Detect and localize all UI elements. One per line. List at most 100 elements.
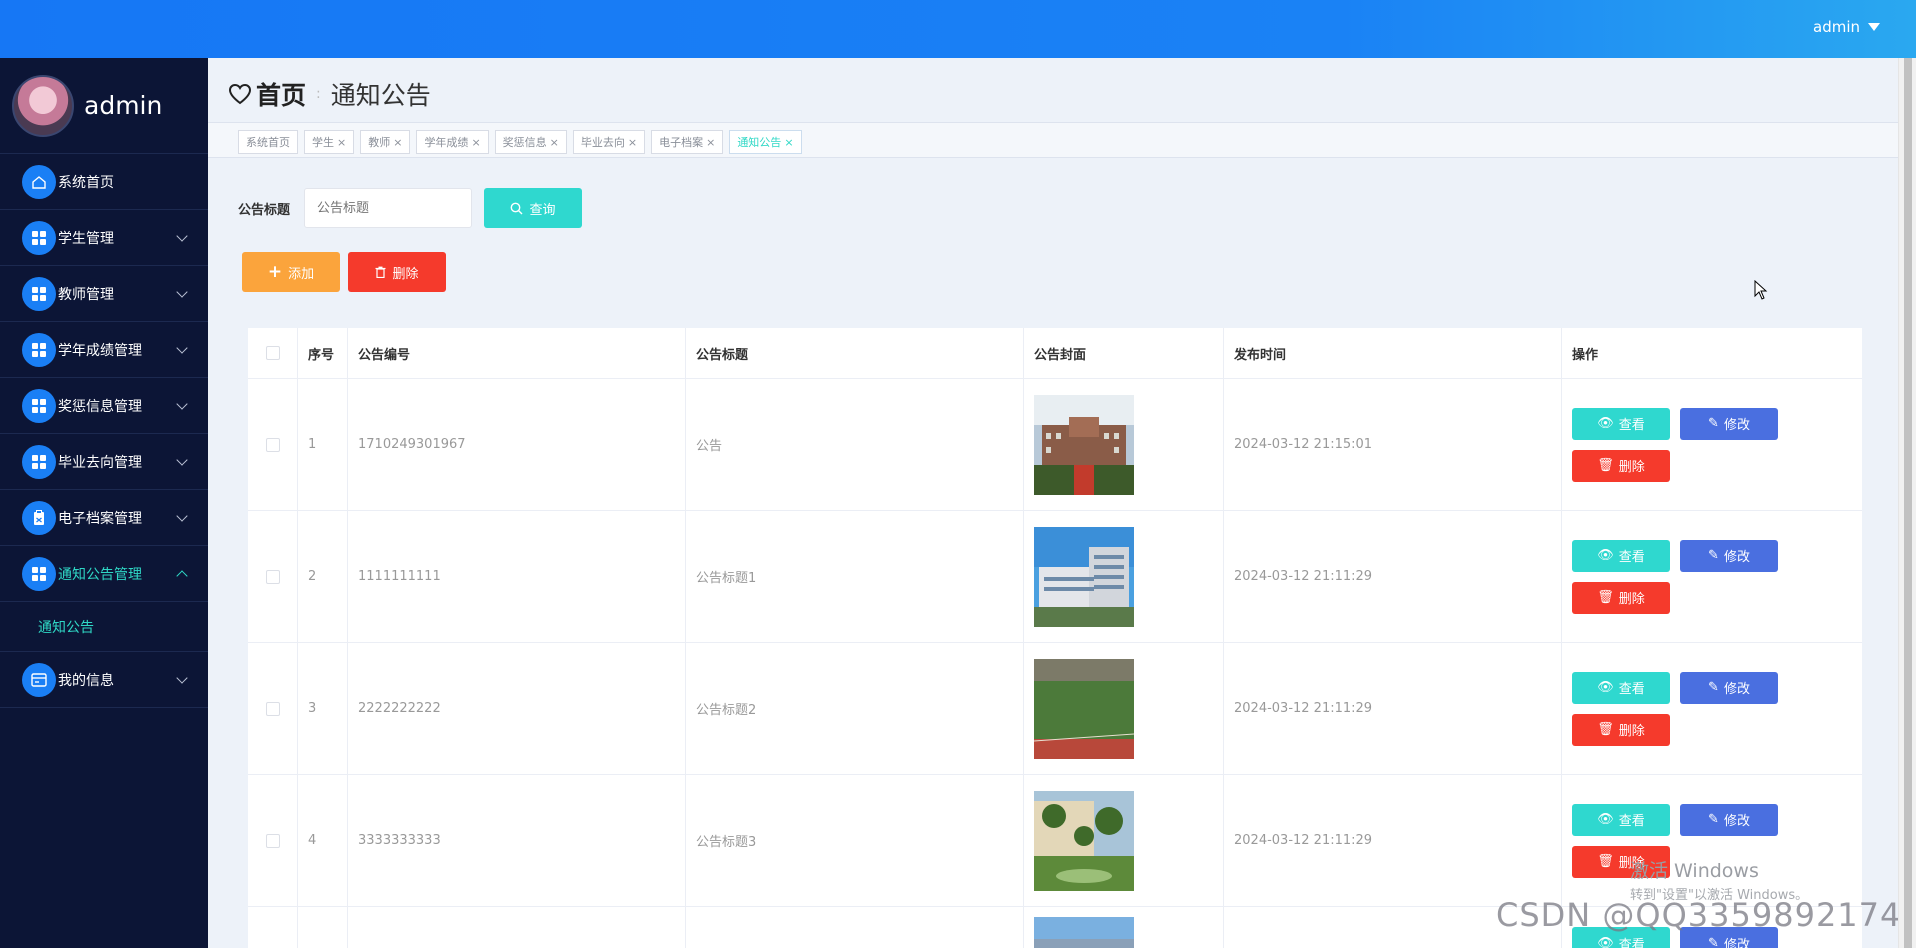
close-icon[interactable]: × bbox=[706, 136, 715, 149]
eye-icon: 👁 bbox=[1597, 548, 1614, 563]
edit-label: 修改 bbox=[1723, 682, 1750, 697]
view-button[interactable]: 👁 查看 bbox=[1572, 407, 1670, 440]
sidebar-item-students[interactable]: 学生管理 bbox=[0, 210, 208, 266]
tag-bar: 系统首页 学生 × 教师 × 学年成绩 × 奖惩信息 × 毕业去向 × 电子档案 × 通知公… bbox=[208, 122, 1898, 158]
close-icon[interactable]: × bbox=[393, 136, 402, 149]
campus-building-photo[interactable] bbox=[1034, 394, 1134, 495]
plus-icon: + bbox=[267, 262, 283, 282]
breadcrumb-home[interactable]: 首页 bbox=[228, 76, 306, 112]
sidebar: admin 系统首页 学生管理 教师管理 学年成绩管理 奖惩信息管理 毕业去向管… bbox=[0, 58, 208, 948]
table-row: 1 1710249301967 公告 2024-03-12 21:15:01 👁… bbox=[248, 379, 1862, 511]
tag-home[interactable]: 系统首页 bbox=[238, 130, 298, 154]
close-icon[interactable]: × bbox=[784, 136, 793, 149]
row-select-cell bbox=[248, 511, 298, 642]
scrollbar-thumb[interactable] bbox=[1904, 58, 1912, 948]
table-row: 3 2222222222 公告标题2 2024-03-12 21:11:29 👁… bbox=[248, 643, 1862, 775]
view-label: 查看 bbox=[1618, 682, 1645, 697]
sidebar-item-graduation[interactable]: 毕业去向管理 bbox=[0, 434, 208, 490]
sidebar-item-my-info[interactable]: 我的信息 bbox=[0, 652, 208, 708]
grid-icon bbox=[22, 332, 56, 367]
sidebar-item-label: 教师管理 bbox=[58, 286, 114, 303]
trash-icon: 🗑 bbox=[1597, 458, 1614, 473]
close-icon[interactable]: × bbox=[337, 136, 346, 149]
tag-grades[interactable]: 学年成绩 × bbox=[416, 130, 489, 154]
chevron-down-icon bbox=[176, 510, 188, 522]
page-scrollbar[interactable] bbox=[1898, 58, 1916, 948]
tag-graduation[interactable]: 毕业去向 × bbox=[572, 130, 646, 154]
tag-students[interactable]: 学生 × bbox=[304, 130, 355, 154]
header-index: 序号 bbox=[298, 328, 348, 378]
delete-button[interactable]: 🗑 删除 bbox=[1572, 449, 1670, 482]
trash-icon: 🗑 bbox=[1597, 722, 1614, 737]
tag-notices[interactable]: 通知公告 × bbox=[729, 130, 802, 154]
sports-field-photo[interactable] bbox=[1034, 658, 1134, 759]
view-label: 查看 bbox=[1618, 814, 1645, 829]
trash-icon: 🗑 bbox=[1597, 854, 1614, 869]
delete-button[interactable]: 🗑 删除 bbox=[1572, 581, 1670, 614]
row-checkbox[interactable] bbox=[265, 701, 280, 716]
search-input[interactable] bbox=[304, 188, 472, 228]
edit-button[interactable]: ✎ 修改 bbox=[1680, 407, 1778, 440]
sidebar-item-home[interactable]: 系统首页 bbox=[0, 154, 208, 210]
user-menu[interactable]: admin bbox=[1813, 18, 1880, 36]
batch-delete-button[interactable]: 删除 bbox=[348, 252, 446, 292]
sidebar-item-grades[interactable]: 学年成绩管理 bbox=[0, 322, 208, 378]
row-index: 4 bbox=[298, 775, 348, 906]
view-button[interactable]: 👁 查看 bbox=[1572, 671, 1670, 704]
delete-label: 删除 bbox=[1618, 724, 1645, 739]
row-checkbox[interactable] bbox=[265, 833, 280, 848]
row-select-cell bbox=[248, 775, 298, 906]
avatar bbox=[12, 74, 74, 137]
row-select-cell bbox=[248, 643, 298, 774]
chevron-down-icon bbox=[176, 230, 188, 242]
select-all-checkbox[interactable] bbox=[265, 346, 280, 360]
row-number: 2222222222 bbox=[348, 643, 686, 774]
delete-label: 删除 bbox=[1618, 592, 1645, 607]
add-button[interactable]: + 添加 bbox=[242, 252, 340, 292]
header-select-cell bbox=[248, 328, 298, 378]
edit-button[interactable]: ✎ 修改 bbox=[1680, 539, 1778, 572]
palm-garden-photo[interactable] bbox=[1034, 790, 1134, 891]
home-icon bbox=[22, 164, 56, 199]
sidebar-subitem-notice[interactable]: 通知公告 bbox=[0, 602, 208, 652]
edit-button[interactable]: ✎ 修改 bbox=[1680, 803, 1778, 836]
grid-icon bbox=[22, 556, 56, 591]
sidebar-item-archives[interactable]: 电子档案管理 bbox=[0, 490, 208, 546]
modern-building-photo[interactable] bbox=[1034, 526, 1134, 627]
query-button[interactable]: 查询 bbox=[484, 188, 582, 228]
sidebar-profile: admin bbox=[0, 58, 208, 154]
view-button[interactable]: 👁 查看 bbox=[1572, 539, 1670, 572]
tag-archives[interactable]: 电子档案 × bbox=[651, 130, 724, 154]
breadcrumb-separator: : bbox=[316, 86, 321, 102]
grid-icon bbox=[22, 276, 56, 311]
row-checkbox[interactable] bbox=[265, 569, 280, 584]
close-icon[interactable]: × bbox=[550, 136, 559, 149]
sidebar-item-label: 奖惩信息管理 bbox=[58, 398, 142, 415]
sidebar-item-notices[interactable]: 通知公告管理 bbox=[0, 546, 208, 602]
header-cover: 公告封面 bbox=[1024, 328, 1224, 378]
pencil-icon: ✎ bbox=[1708, 416, 1719, 431]
sidebar-item-rewards[interactable]: 奖惩信息管理 bbox=[0, 378, 208, 434]
tag-label: 学年成绩 bbox=[424, 136, 469, 149]
tag-rewards[interactable]: 奖惩信息 × bbox=[494, 130, 567, 154]
close-icon[interactable]: × bbox=[471, 136, 480, 149]
sidebar-item-teachers[interactable]: 教师管理 bbox=[0, 266, 208, 322]
mouse-cursor-icon bbox=[1754, 280, 1768, 300]
row-index: 1 bbox=[298, 379, 348, 510]
breadcrumb-current: 通知公告 bbox=[330, 81, 431, 110]
view-button[interactable]: 👁 查看 bbox=[1572, 803, 1670, 836]
edit-label: 修改 bbox=[1723, 550, 1750, 565]
pencil-icon: ✎ bbox=[1708, 935, 1719, 948]
caret-down-icon bbox=[1868, 23, 1880, 31]
row-index: 2 bbox=[298, 511, 348, 642]
edit-button[interactable]: ✎ 修改 bbox=[1680, 671, 1778, 704]
row-checkbox[interactable] bbox=[265, 437, 280, 452]
close-icon[interactable]: × bbox=[628, 136, 637, 149]
tag-teachers[interactable]: 教师 × bbox=[360, 130, 411, 154]
chevron-down-icon bbox=[176, 398, 188, 410]
building-photo[interactable] bbox=[1034, 917, 1134, 948]
delete-button[interactable]: 🗑 删除 bbox=[1572, 713, 1670, 746]
tag-label: 系统首页 bbox=[246, 136, 290, 149]
csdn-watermark: CSDN @QQ3359892174 bbox=[1496, 896, 1902, 934]
sidebar-item-label: 学生管理 bbox=[58, 230, 114, 247]
